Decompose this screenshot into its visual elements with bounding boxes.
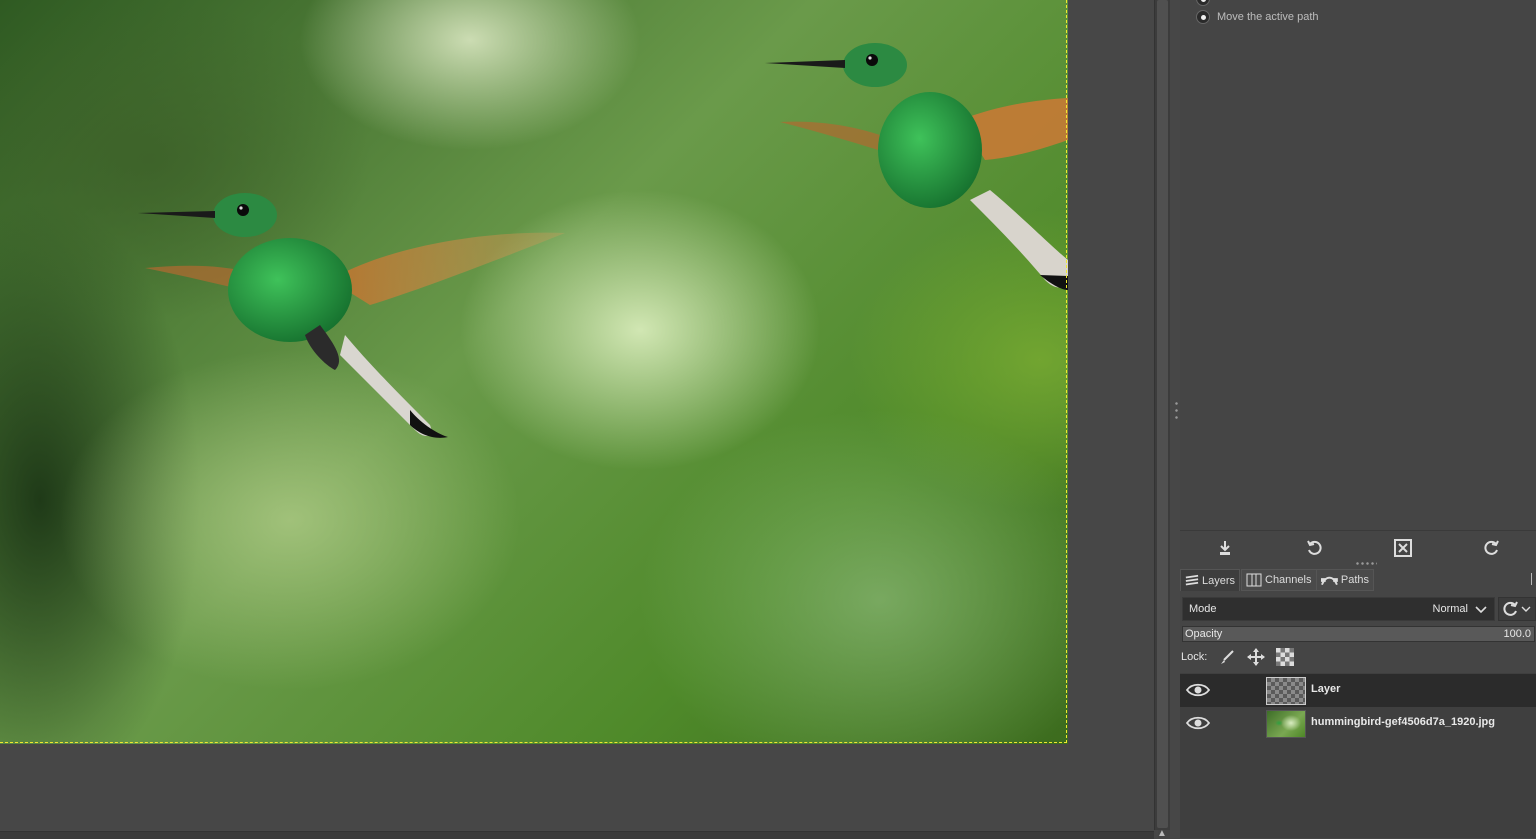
opacity-value: 100.0 xyxy=(1503,628,1531,640)
layers-list: Layer hummingbird-gef4506d7a_1920.jpg xyxy=(1180,673,1536,838)
image-canvas[interactable] xyxy=(0,0,1068,744)
tool-options-button-bar xyxy=(1180,530,1536,564)
lock-row: Lock: xyxy=(1181,647,1304,667)
chevron-down-icon xyxy=(1475,606,1487,614)
tab-channels[interactable]: Channels xyxy=(1241,569,1317,591)
opacity-label: Opacity xyxy=(1185,628,1223,640)
tab-label: Paths xyxy=(1340,574,1369,586)
tab-paths[interactable]: Paths xyxy=(1316,569,1374,591)
tool-options-panel: Move the active path xyxy=(1180,0,1536,530)
dock-tab-bar: Layers Channels Paths xyxy=(1180,567,1536,593)
vertical-scroll-thumb[interactable] xyxy=(1157,0,1168,828)
tab-label: Channels xyxy=(1265,574,1312,586)
checkerboard-icon xyxy=(1276,648,1295,666)
paths-icon xyxy=(1321,576,1338,586)
tab-layers[interactable]: Layers xyxy=(1180,569,1240,591)
radio-button-selected[interactable] xyxy=(1196,10,1210,24)
radio-button[interactable] xyxy=(1196,0,1210,6)
move-icon xyxy=(1247,648,1266,666)
eye-icon[interactable] xyxy=(1186,715,1210,731)
opacity-slider[interactable]: Opacity 100.0 xyxy=(1182,626,1535,642)
hummingbird-left xyxy=(138,193,565,438)
radio-option-move-path[interactable]: Move the active path xyxy=(1196,10,1319,24)
mode-reset-button[interactable] xyxy=(1498,597,1536,621)
save-options-button[interactable] xyxy=(1213,536,1237,560)
layer-row[interactable]: Layer xyxy=(1180,674,1536,707)
reset-icon xyxy=(1483,540,1499,555)
channels-icon xyxy=(1246,573,1262,587)
restore-options-button[interactable] xyxy=(1302,536,1326,560)
vertical-scrollbar[interactable] xyxy=(1154,0,1171,830)
delete-options-button[interactable] xyxy=(1391,536,1415,560)
lock-pixels-button[interactable] xyxy=(1217,647,1237,667)
layers-icon xyxy=(1185,574,1199,585)
layer-thumbnail[interactable] xyxy=(1266,677,1306,705)
restore-icon xyxy=(1306,540,1322,555)
layer-name[interactable]: hummingbird-gef4506d7a_1920.jpg xyxy=(1311,716,1495,728)
tab-menu-icon[interactable] xyxy=(1531,573,1536,585)
hummingbird-right xyxy=(765,43,1068,290)
brush-icon xyxy=(1221,650,1235,664)
right-dock: Move the active path Layers Channels Pat… xyxy=(1180,0,1536,838)
dock-resize-handle[interactable] xyxy=(1175,400,1178,422)
lock-alpha-button[interactable] xyxy=(1275,647,1295,667)
layer-name[interactable]: Layer xyxy=(1311,683,1340,695)
dock-grip[interactable] xyxy=(1355,562,1377,565)
scroll-arrow-icon[interactable]: ▲ xyxy=(1157,828,1167,839)
lock-position-button[interactable] xyxy=(1246,647,1266,667)
image-canvas-area[interactable] xyxy=(0,0,1158,839)
layer-mode-dropdown[interactable]: Mode Normal xyxy=(1182,597,1495,621)
chevron-down-icon xyxy=(1521,606,1531,612)
layer-row[interactable]: hummingbird-gef4506d7a_1920.jpg xyxy=(1180,707,1536,740)
save-icon xyxy=(1219,540,1230,555)
radio-option-label: Move the active path xyxy=(1217,11,1319,23)
tab-label: Layers xyxy=(1201,574,1235,587)
mode-label: Mode xyxy=(1189,603,1217,615)
layer-thumbnail[interactable] xyxy=(1266,710,1306,738)
eye-icon[interactable] xyxy=(1186,682,1210,698)
reset-options-button[interactable] xyxy=(1480,536,1504,560)
dock-separator[interactable] xyxy=(1170,0,1180,838)
layer-mode-row: Mode Normal xyxy=(1182,597,1536,621)
delete-icon xyxy=(1393,538,1412,557)
radio-option-partial[interactable] xyxy=(1196,0,1217,6)
lock-label: Lock: xyxy=(1181,651,1208,663)
mode-value: Normal xyxy=(1432,603,1468,615)
reset-icon xyxy=(1503,601,1518,616)
